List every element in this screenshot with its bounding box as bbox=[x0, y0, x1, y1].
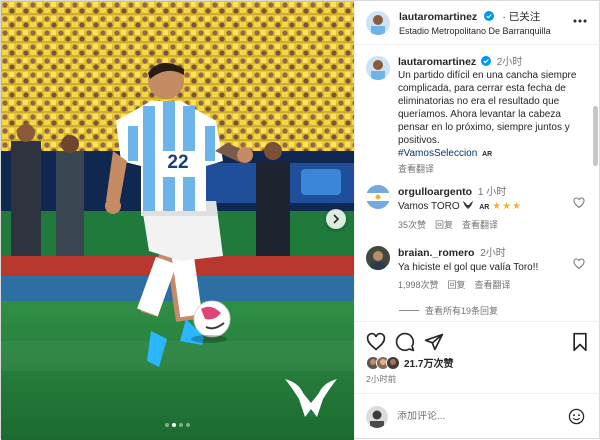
comment-reply-link[interactable]: 回复 bbox=[435, 218, 453, 232]
following-status[interactable]: · 已关注 bbox=[502, 11, 540, 23]
commenter-avatar[interactable] bbox=[366, 246, 390, 270]
comment-username[interactable]: braian._romero bbox=[398, 247, 474, 259]
view-all-replies-button[interactable]: 查看所有19条回复 bbox=[399, 304, 498, 317]
comments-scrollbar[interactable] bbox=[593, 106, 598, 166]
comment-translate-link[interactable]: 查看翻译 bbox=[462, 218, 498, 232]
like-heart-icon[interactable] bbox=[366, 332, 386, 352]
post-photo[interactable]: 22 bbox=[1, 1, 354, 440]
save-bookmark-icon[interactable] bbox=[570, 332, 590, 352]
replies-divider-line bbox=[399, 310, 419, 311]
bull-logo-watermark bbox=[285, 379, 337, 417]
caption-username[interactable]: lautaromartinez bbox=[398, 56, 476, 68]
instagram-post: 22 lautaromartinez · 已关注 Estadio Metropo… bbox=[0, 0, 600, 440]
post-caption: lautaromartinez 2小时 Un partido difícil e… bbox=[366, 56, 586, 176]
add-comment-bar bbox=[355, 393, 600, 439]
comment-item: orgulloargento 1 小时 Vamos TORO AR ★★★ 35… bbox=[366, 185, 591, 232]
liker-avatars bbox=[366, 355, 400, 370]
post-header: lautaromartinez · 已关注 Estadio Metropolit… bbox=[355, 1, 600, 45]
comments-list[interactable]: lautaromartinez 2小时 Un partido difícil e… bbox=[355, 46, 600, 321]
flag-tag: AR bbox=[479, 204, 490, 211]
comment-like-count[interactable]: 35次赞 bbox=[398, 218, 426, 232]
carousel-dots bbox=[1, 423, 354, 427]
caption-author-avatar[interactable] bbox=[366, 56, 390, 80]
carousel-dot bbox=[165, 423, 169, 427]
comment-item: braian._romero 2小时 Ya hiciste el gol que… bbox=[366, 246, 591, 292]
comment-username[interactable]: orgulloargento bbox=[398, 186, 472, 198]
likes-count: 21.7万次赞 bbox=[404, 359, 454, 370]
add-comment-input[interactable] bbox=[397, 411, 547, 422]
likes-summary[interactable]: 21.7万次赞 bbox=[366, 355, 453, 370]
emoji-icon[interactable] bbox=[568, 408, 585, 425]
comment-text: Ya hiciste el gol que valía Toro!! bbox=[398, 262, 539, 273]
jersey-number-text: 22 bbox=[167, 152, 189, 173]
carousel-dot-active bbox=[172, 423, 176, 427]
post-timestamp: 2小时前 bbox=[366, 374, 397, 384]
bull-emoji-icon bbox=[463, 201, 474, 209]
comment-like-heart-icon[interactable] bbox=[573, 197, 585, 209]
comment-reply-link[interactable]: 回复 bbox=[448, 278, 466, 292]
caption-text: Un partido difícil en una cancha siempre… bbox=[398, 70, 577, 146]
comment-bubble-icon[interactable] bbox=[395, 332, 415, 352]
flag-tag: AR bbox=[482, 151, 493, 158]
verified-badge-icon bbox=[484, 10, 495, 21]
star-emojis: ★★★ bbox=[492, 201, 523, 212]
carousel-dot bbox=[179, 423, 183, 427]
comment-text: Vamos TORO bbox=[398, 201, 460, 212]
comment-time: 2小时 bbox=[480, 248, 506, 259]
caption-time: 2小时 bbox=[496, 57, 523, 68]
author-username[interactable]: lautaromartinez bbox=[399, 11, 477, 23]
comment-like-count[interactable]: 1,998次赞 bbox=[398, 278, 439, 292]
comment-translate-link[interactable]: 查看翻译 bbox=[475, 278, 511, 292]
verified-badge-icon bbox=[480, 56, 491, 66]
current-user-avatar bbox=[366, 405, 388, 428]
post-location[interactable]: Estadio Metropolitano De Barranquilla bbox=[399, 24, 600, 38]
commenter-avatar[interactable] bbox=[366, 185, 390, 209]
post-side-panel: lautaromartinez · 已关注 Estadio Metropolit… bbox=[354, 1, 600, 440]
comment-time: 1 小时 bbox=[477, 187, 507, 198]
more-options-icon[interactable] bbox=[573, 14, 587, 28]
author-avatar[interactable] bbox=[366, 10, 390, 35]
carousel-next-button[interactable] bbox=[326, 209, 346, 229]
liker-avatar bbox=[386, 355, 400, 370]
comment-like-heart-icon[interactable] bbox=[573, 258, 585, 270]
carousel-dot bbox=[186, 423, 190, 427]
share-paper-plane-icon[interactable] bbox=[424, 332, 444, 352]
caption-translate-link[interactable]: 查看翻译 bbox=[398, 163, 434, 176]
caption-hashtag-link[interactable]: #VamosSeleccion bbox=[398, 148, 477, 159]
view-all-replies-label: 查看所有19条回复 bbox=[425, 306, 499, 316]
chevron-right-icon bbox=[333, 214, 340, 224]
